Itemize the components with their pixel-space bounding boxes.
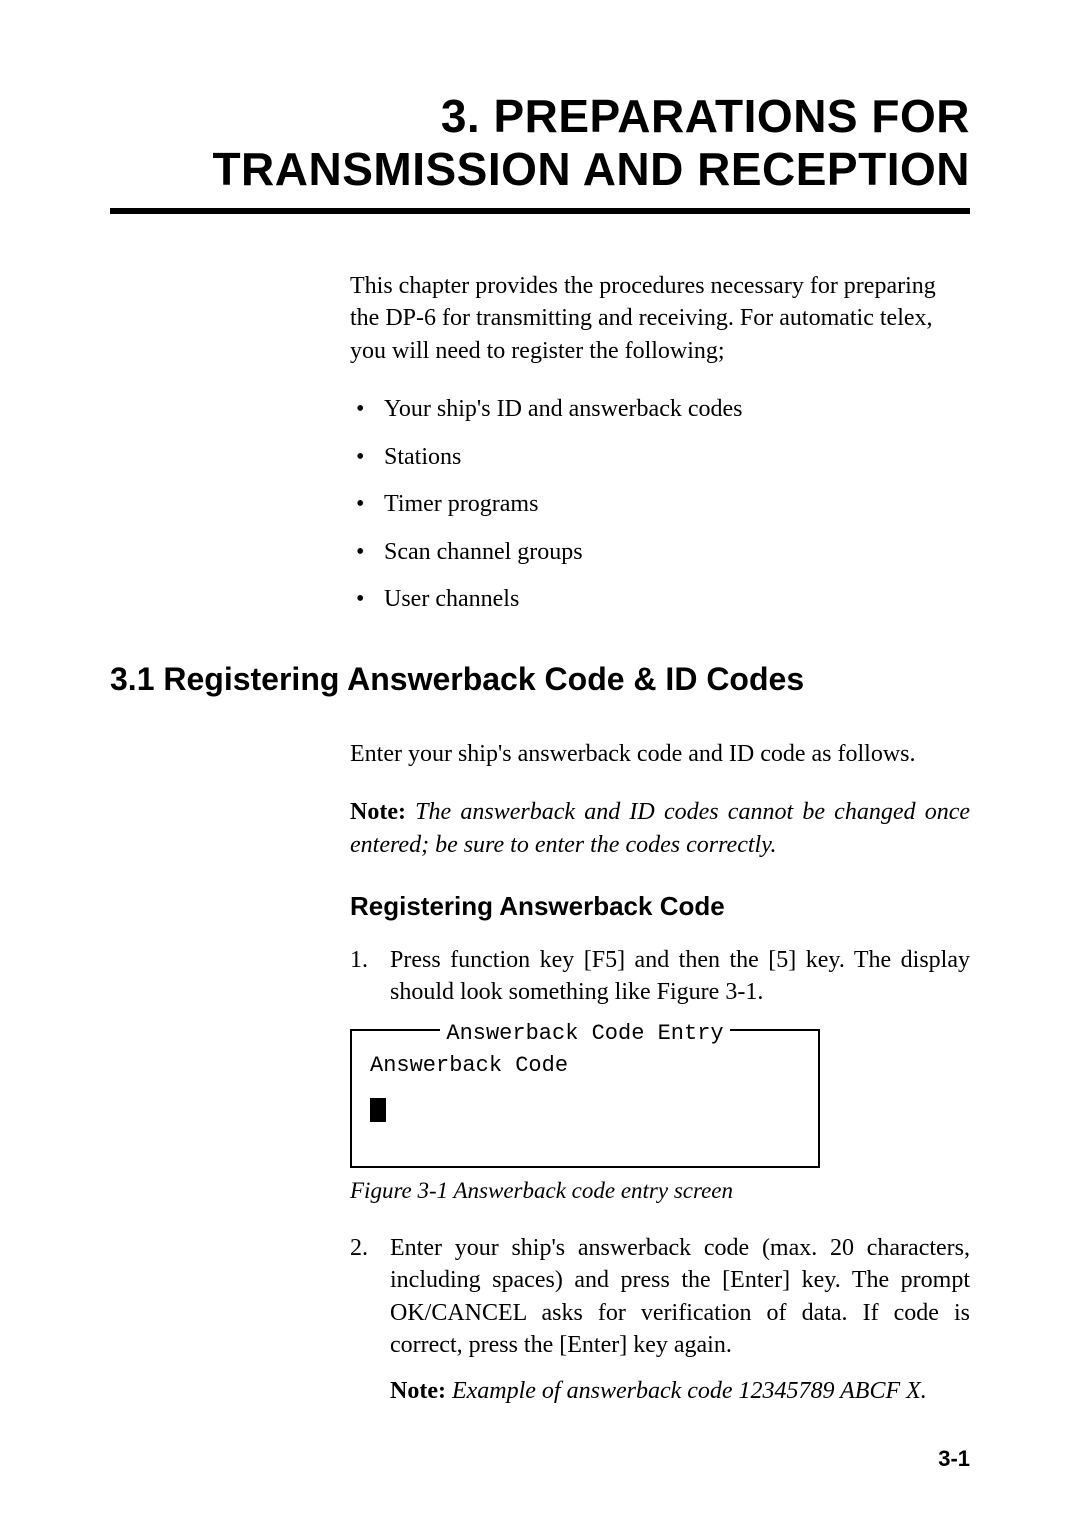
section-3-1-body: Enter your ship's answerback code and ID… bbox=[350, 738, 970, 1408]
note-body: The answerback and ID codes cannot be ch… bbox=[350, 799, 970, 857]
subsection-heading: Registering Answerback Code bbox=[350, 891, 970, 922]
intro-bullet-list: Your ship's ID and answerback codes Stat… bbox=[350, 393, 970, 617]
step-1: Press function key [F5] and then the [5]… bbox=[350, 944, 970, 1009]
codebox-legend-text: Answerback Code Entry bbox=[440, 1017, 729, 1050]
intro-paragraph: This chapter provides the procedures nec… bbox=[350, 270, 970, 367]
step-2: Enter your ship's answerback code (max. … bbox=[350, 1232, 970, 1408]
section-3-1-intro: Enter your ship's answerback code and ID… bbox=[350, 738, 970, 770]
section-heading-3-1: 3.1 Registering Answerback Code & ID Cod… bbox=[110, 661, 970, 698]
steps-list: Press function key [F5] and then the [5]… bbox=[350, 944, 970, 1009]
list-item: User channels bbox=[350, 583, 970, 617]
list-item: Your ship's ID and answerback codes bbox=[350, 393, 970, 427]
answerback-code-entry-screen: Answerback Code Entry Answerback Code bbox=[350, 1029, 820, 1168]
list-item: Timer programs bbox=[350, 488, 970, 522]
page: 3. PREPARATIONS FOR TRANSMISSION AND REC… bbox=[0, 0, 1080, 1528]
note-label: Note: bbox=[350, 799, 406, 825]
note-body: Example of answerback code 12345789 ABCF… bbox=[446, 1378, 927, 1404]
step-2-note: Note: Example of answerback code 1234578… bbox=[390, 1375, 970, 1407]
list-item: Scan channel groups bbox=[350, 536, 970, 570]
title-underline bbox=[110, 208, 970, 214]
chapter-title-line1: 3. PREPARATIONS FOR bbox=[441, 90, 970, 142]
chapter-title-line2: TRANSMISSION AND RECEPTION bbox=[212, 143, 970, 195]
step-1-text: Press function key [F5] and then the [5]… bbox=[390, 947, 970, 1005]
list-item: Stations bbox=[350, 441, 970, 475]
codebox-field-label: Answerback Code bbox=[370, 1049, 800, 1082]
text-cursor-icon bbox=[370, 1098, 386, 1122]
figure-caption: Figure 3-1 Answerback code entry screen bbox=[350, 1178, 970, 1204]
note-label: Note: bbox=[390, 1378, 446, 1404]
steps-list-cont: Enter your ship's answerback code (max. … bbox=[350, 1232, 970, 1408]
content-column: This chapter provides the procedures nec… bbox=[350, 270, 970, 617]
codebox-legend: Answerback Code Entry bbox=[400, 1017, 770, 1050]
section-3-1-note: Note: The answerback and ID codes cannot… bbox=[350, 796, 970, 861]
page-number: 3-1 bbox=[938, 1446, 970, 1472]
codebox-wrap: Answerback Code Entry Answerback Code bbox=[350, 1029, 970, 1168]
chapter-title: 3. PREPARATIONS FOR TRANSMISSION AND REC… bbox=[110, 90, 970, 196]
step-2-text: Enter your ship's answerback code (max. … bbox=[390, 1235, 970, 1358]
